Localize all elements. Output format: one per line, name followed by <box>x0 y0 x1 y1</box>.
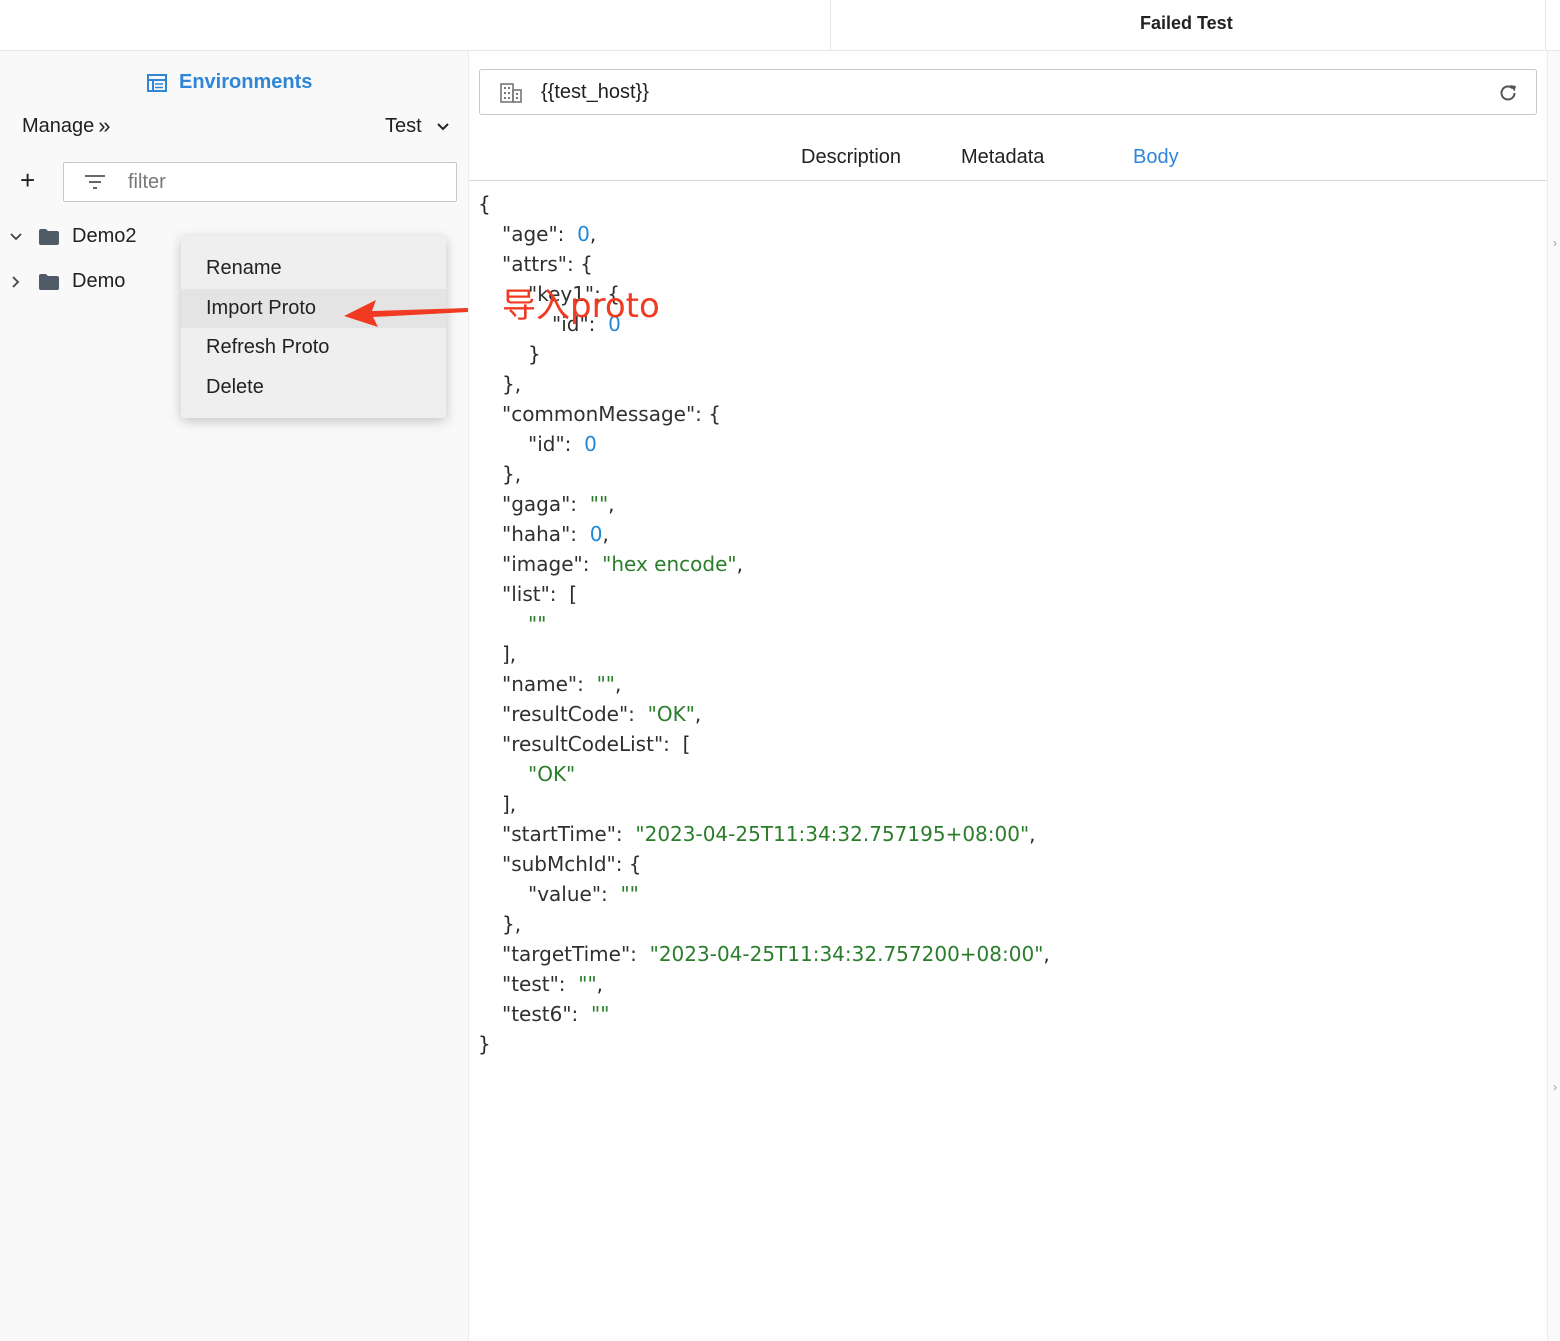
chevron-down-icon <box>436 122 449 130</box>
json-line: }, <box>502 372 522 396</box>
table-icon <box>147 73 167 92</box>
json-line: "list": [ <box>502 582 578 606</box>
tab-body[interactable]: Body <box>1133 146 1179 169</box>
json-line: "test": "", <box>502 972 604 996</box>
environment-select[interactable]: Test <box>385 115 450 138</box>
json-line: } <box>528 342 541 366</box>
window-title: Failed Test <box>1140 13 1233 33</box>
json-line: }, <box>502 462 522 486</box>
json-line: }, <box>502 912 522 936</box>
manage-label: Manage <box>22 114 95 137</box>
json-value: "" <box>620 882 639 906</box>
building-icon <box>500 83 522 103</box>
top-bar: Failed Test <box>0 0 1560 51</box>
json-value: "" <box>591 1002 610 1026</box>
json-value: 0 <box>584 432 597 456</box>
json-line: { <box>478 192 491 216</box>
tree-item-label: Demo2 <box>72 225 137 247</box>
tree-item-label: Demo <box>72 270 126 292</box>
folder-icon <box>39 228 59 245</box>
json-value: "" <box>528 612 547 636</box>
edge-marker: › <box>1553 1080 1557 1094</box>
json-line: ], <box>502 792 517 816</box>
tab-metadata[interactable]: Metadata <box>961 146 1044 169</box>
chevron-down-icon[interactable] <box>8 231 24 243</box>
json-value: "" <box>589 492 609 516</box>
tree-item-demo2[interactable]: Demo2 <box>8 225 136 248</box>
json-line: } <box>478 1032 491 1056</box>
json-value: "2023-04-25T11:34:32.757200+08:00" <box>649 942 1044 966</box>
top-bar-divider <box>830 0 831 50</box>
json-value: "" <box>596 672 615 696</box>
edge-marker: › <box>1553 236 1557 250</box>
json-value: "OK" <box>528 762 576 786</box>
json-line: "resultCodeList": [ <box>502 732 691 756</box>
menu-item-rename[interactable]: Rename <box>181 249 446 289</box>
menu-item-delete[interactable]: Delete <box>181 368 446 408</box>
json-line: "startTime": "2023-04-25T11:34:32.757195… <box>502 822 1036 846</box>
environments-label: Environments <box>179 71 313 93</box>
tab-description[interactable]: Description <box>801 146 901 169</box>
environments-link[interactable]: Environments <box>147 71 312 94</box>
top-bar-right-divider <box>1545 0 1546 50</box>
double-chevron-right-icon: » <box>98 113 110 138</box>
json-line: "resultCode": "OK", <box>502 702 702 726</box>
json-line: "subMchId": { <box>502 852 642 876</box>
json-line: ], <box>502 642 517 666</box>
json-line: "haha": 0, <box>502 522 609 546</box>
annotation-label: 导入proto <box>502 286 660 326</box>
environment-select-value: Test <box>385 115 422 137</box>
json-value: 0 <box>577 222 590 246</box>
json-line: "test6": "" <box>502 1002 610 1026</box>
json-line: "commonMessage": { <box>502 402 721 426</box>
json-line: "" <box>528 610 546 638</box>
json-line: "OK" <box>528 760 575 788</box>
json-line: "age": 0, <box>502 222 597 246</box>
json-value: "OK" <box>647 702 695 726</box>
json-line: "name": "", <box>502 672 622 696</box>
menu-item-refresh-proto[interactable]: Refresh Proto <box>181 328 446 368</box>
tree-item-demo[interactable]: Demo <box>8 270 125 293</box>
json-line: "image": "hex encode", <box>502 552 743 576</box>
json-line: "attrs": { <box>502 252 593 276</box>
refresh-icon[interactable] <box>1498 83 1518 103</box>
url-text[interactable]: {{test_host}} <box>541 81 649 104</box>
chevron-right-icon[interactable] <box>8 275 24 288</box>
json-value: "2023-04-25T11:34:32.757195+08:00" <box>635 822 1030 846</box>
annotation-arrow-icon <box>344 300 468 327</box>
json-line: "value": "" <box>528 882 639 906</box>
folder-icon <box>39 273 59 290</box>
json-line: "id": 0 <box>528 432 597 456</box>
json-value: "" <box>578 972 597 996</box>
json-value: "hex encode" <box>602 552 737 576</box>
request-tabs: Description Metadata Body <box>469 140 1547 181</box>
filter-field[interactable] <box>63 162 457 202</box>
filter-icon <box>85 175 105 189</box>
url-bar[interactable]: {{test_host}} <box>479 69 1537 115</box>
main-panel <box>469 51 1547 1341</box>
json-value: 0 <box>589 522 603 546</box>
json-line: "targetTime": "2023-04-25T11:34:32.75720… <box>502 942 1050 966</box>
filter-input[interactable] <box>126 167 430 197</box>
manage-button[interactable]: Manage » <box>22 113 111 139</box>
add-button[interactable]: + <box>20 167 35 193</box>
json-line: "gaga": "", <box>502 492 615 516</box>
